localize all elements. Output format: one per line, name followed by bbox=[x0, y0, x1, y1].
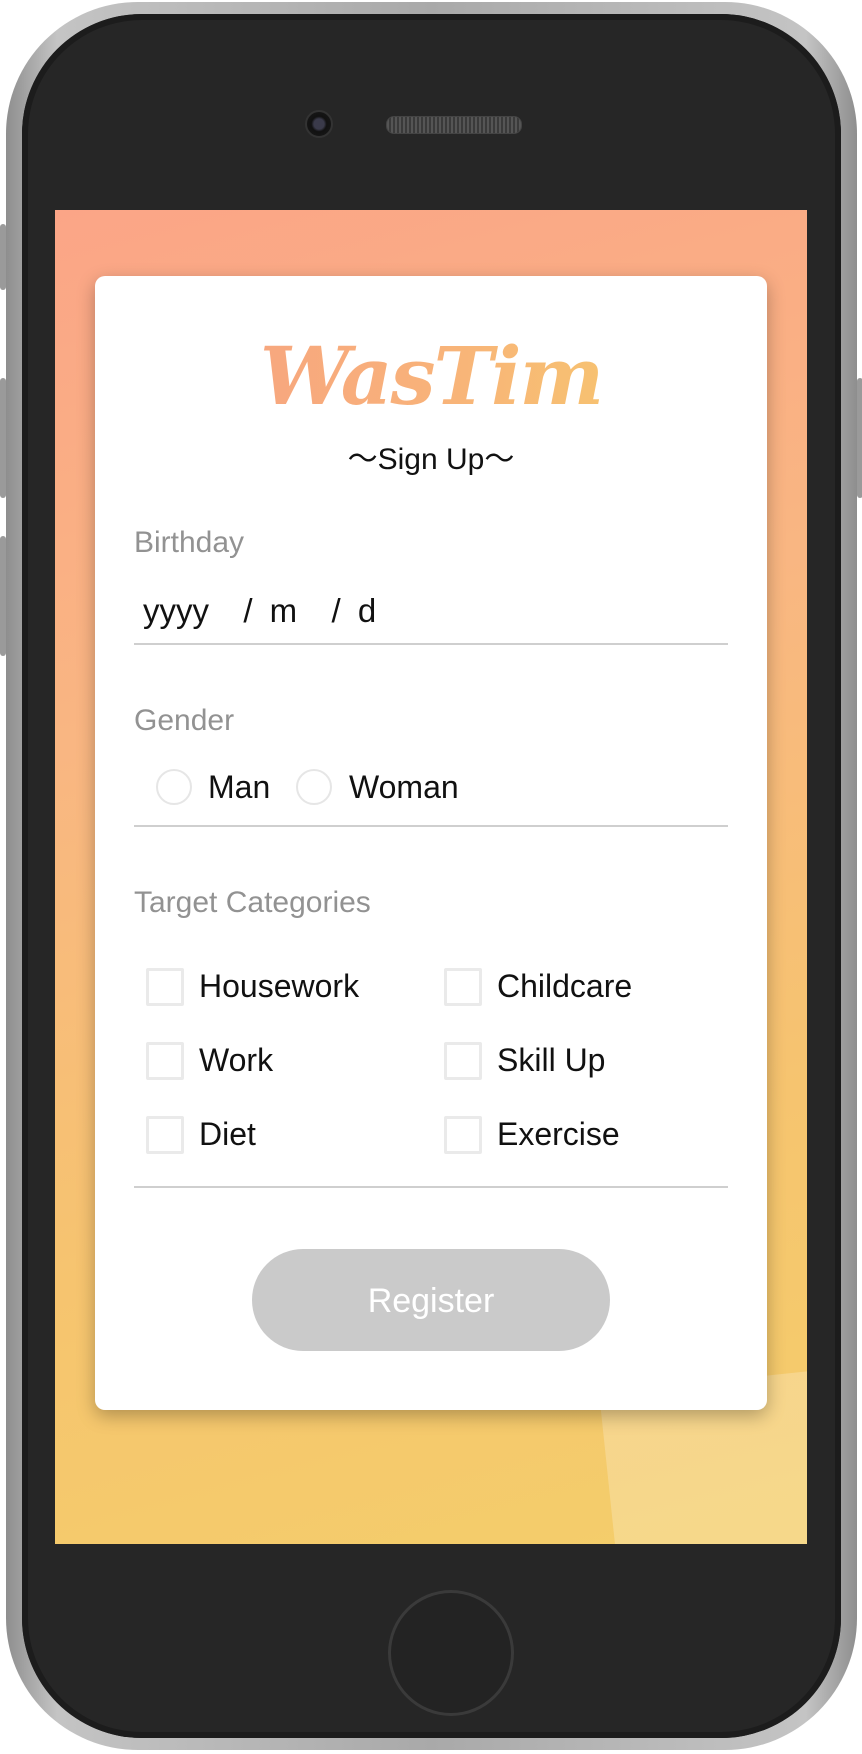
gender-divider bbox=[134, 825, 728, 827]
signup-card: WasTim 〜Sign Up〜 Birthday yyyy / m / d G… bbox=[95, 276, 767, 1410]
checkbox-exercise[interactable] bbox=[444, 1116, 482, 1154]
app-screen: WasTim 〜Sign Up〜 Birthday yyyy / m / d G… bbox=[55, 210, 807, 1544]
birthday-input[interactable]: yyyy / m / d bbox=[143, 592, 376, 630]
mute-switch bbox=[0, 224, 6, 290]
page-subtitle: 〜Sign Up〜 bbox=[347, 443, 515, 476]
checkbox-exercise-label: Exercise bbox=[497, 1116, 620, 1152]
app-logo: WasTim bbox=[95, 328, 767, 424]
volume-up-button bbox=[0, 378, 6, 498]
checkbox-childcare[interactable] bbox=[444, 968, 482, 1006]
register-button[interactable]: Register bbox=[252, 1249, 610, 1351]
birthday-label: Birthday bbox=[134, 526, 245, 559]
power-button bbox=[857, 378, 862, 498]
checkbox-skill-up[interactable] bbox=[444, 1042, 482, 1080]
gender-radio-man[interactable] bbox=[156, 769, 192, 805]
checkbox-work-label: Work bbox=[199, 1042, 274, 1078]
volume-down-button bbox=[0, 536, 6, 656]
checkbox-housework[interactable] bbox=[146, 968, 184, 1006]
earpiece-speaker bbox=[386, 116, 522, 134]
checkbox-work[interactable] bbox=[146, 1042, 184, 1080]
home-button[interactable] bbox=[388, 1590, 514, 1716]
checkbox-skill-up-label: Skill Up bbox=[497, 1042, 606, 1078]
categories-divider bbox=[134, 1186, 728, 1188]
gender-option-woman-label: Woman bbox=[349, 769, 459, 805]
gender-option-man-label: Man bbox=[208, 769, 271, 805]
checkbox-housework-label: Housework bbox=[199, 968, 360, 1004]
front-camera bbox=[305, 110, 333, 138]
gender-label: Gender bbox=[134, 704, 235, 737]
checkbox-childcare-label: Childcare bbox=[497, 968, 633, 1004]
gender-radio-woman[interactable] bbox=[296, 769, 332, 805]
checkbox-diet-label: Diet bbox=[199, 1116, 256, 1152]
checkbox-diet[interactable] bbox=[146, 1116, 184, 1154]
birthday-divider bbox=[134, 643, 728, 645]
categories-label: Target Categories bbox=[134, 886, 371, 919]
